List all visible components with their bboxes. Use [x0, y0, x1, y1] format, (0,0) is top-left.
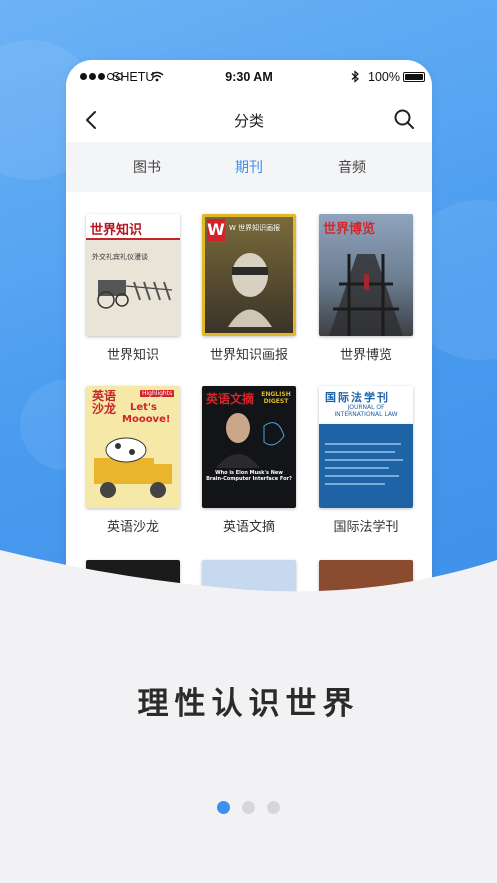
magazine-cover: 世界博览 [319, 214, 413, 336]
cover-masthead: 英语沙龙 [91, 389, 116, 416]
battery-percent: 100% [368, 70, 400, 84]
magazine-cover: 世界知识 外交礼宾礼仪漫谈 [86, 214, 180, 336]
statue-illustration [228, 253, 272, 327]
cover-masthead: 国际法学刊 [325, 391, 390, 404]
page-indicator [0, 801, 497, 814]
bottom-area [0, 600, 497, 883]
carriage-illustration [97, 280, 173, 309]
tab-audio[interactable]: 音频 [307, 157, 397, 177]
magazine-cover: 英语文摘 ENGLISH DIGEST Who is Elon Musk's N… [202, 386, 296, 508]
page-dot[interactable] [242, 801, 255, 814]
slogan-text: 理性认识世界 [137, 686, 360, 722]
magazine-title: 英语文摘 [222, 520, 275, 535]
cover-masthead: 英语文摘 [206, 392, 255, 406]
cover-headline: Who is Elon Musk's New Brain-Computer In… [206, 470, 292, 482]
category-tabs: 图书 期刊 音频 [66, 142, 432, 192]
bluetooth-icon [351, 70, 359, 83]
magazine-item[interactable]: 世界知识 外交礼宾礼仪漫谈 世界知识 [78, 214, 188, 363]
cover-masthead: 世界知识 [90, 223, 143, 238]
cover-subtitle: JOURNAL OF [347, 404, 385, 411]
magazine-title: 国际法学刊 [333, 520, 399, 535]
cover-masthead: 世界博览 [323, 222, 376, 237]
portrait-illustration [216, 413, 285, 468]
status-bar: SHETU 9:30 AM 100% [66, 60, 432, 96]
cover-masthead: W 世界知识画报 [229, 224, 281, 232]
cover-subtitle: ENGLISH DIGEST [261, 391, 291, 405]
cover-headline: Mooove! [122, 414, 171, 425]
magazine-cover: 英语沙龙 Highlights Let's Mooove! [86, 386, 180, 508]
phone-mockup: SHETU 9:30 AM 100% 分类 图书 期刊 音频 世界知识 外交礼宾… [66, 60, 432, 620]
magazine-title: 世界知识 [106, 348, 159, 363]
magazine-item[interactable]: 英语文摘 ENGLISH DIGEST Who is Elon Musk's N… [194, 386, 304, 535]
page-dot[interactable] [217, 801, 230, 814]
contents-lines [325, 443, 403, 485]
pier-illustration [329, 254, 403, 336]
magazine-item[interactable]: 世界博览 世界博览 [311, 214, 421, 363]
tab-books[interactable]: 图书 [102, 157, 192, 177]
search-button[interactable] [392, 107, 416, 131]
cover-headline: Let's [130, 402, 157, 413]
magazine-item[interactable]: 英语沙龙 Highlights Let's Mooove! 英语沙龙 [78, 386, 188, 535]
magazine-cover: 国际法学刊 JOURNAL OF INTERNATIONAL LAW [319, 386, 413, 508]
nav-bar: 分类 [66, 98, 432, 142]
page-dot[interactable] [267, 801, 280, 814]
magazine-title: 世界博览 [339, 348, 392, 363]
tab-periodicals[interactable]: 期刊 [204, 157, 294, 177]
cow-truck-illustration [94, 437, 172, 498]
magazine-cover: W W 世界知识画报 [202, 214, 296, 336]
battery-icon [403, 72, 425, 82]
page-title: 分类 [233, 112, 264, 130]
cover-headline: 外交礼宾礼仪漫谈 [92, 253, 148, 261]
magazine-title: 英语沙龙 [106, 520, 159, 535]
cover-tag: Highlights [140, 390, 175, 397]
cover-subtitle: INTERNATIONAL LAW [334, 411, 398, 418]
magazine-item[interactable]: W W 世界知识画报 世界知识画报 [194, 214, 304, 363]
magazine-item[interactable]: 国际法学刊 JOURNAL OF INTERNATIONAL LAW 国际法学刊 [311, 386, 421, 535]
magazine-title: 世界知识画报 [209, 348, 288, 363]
